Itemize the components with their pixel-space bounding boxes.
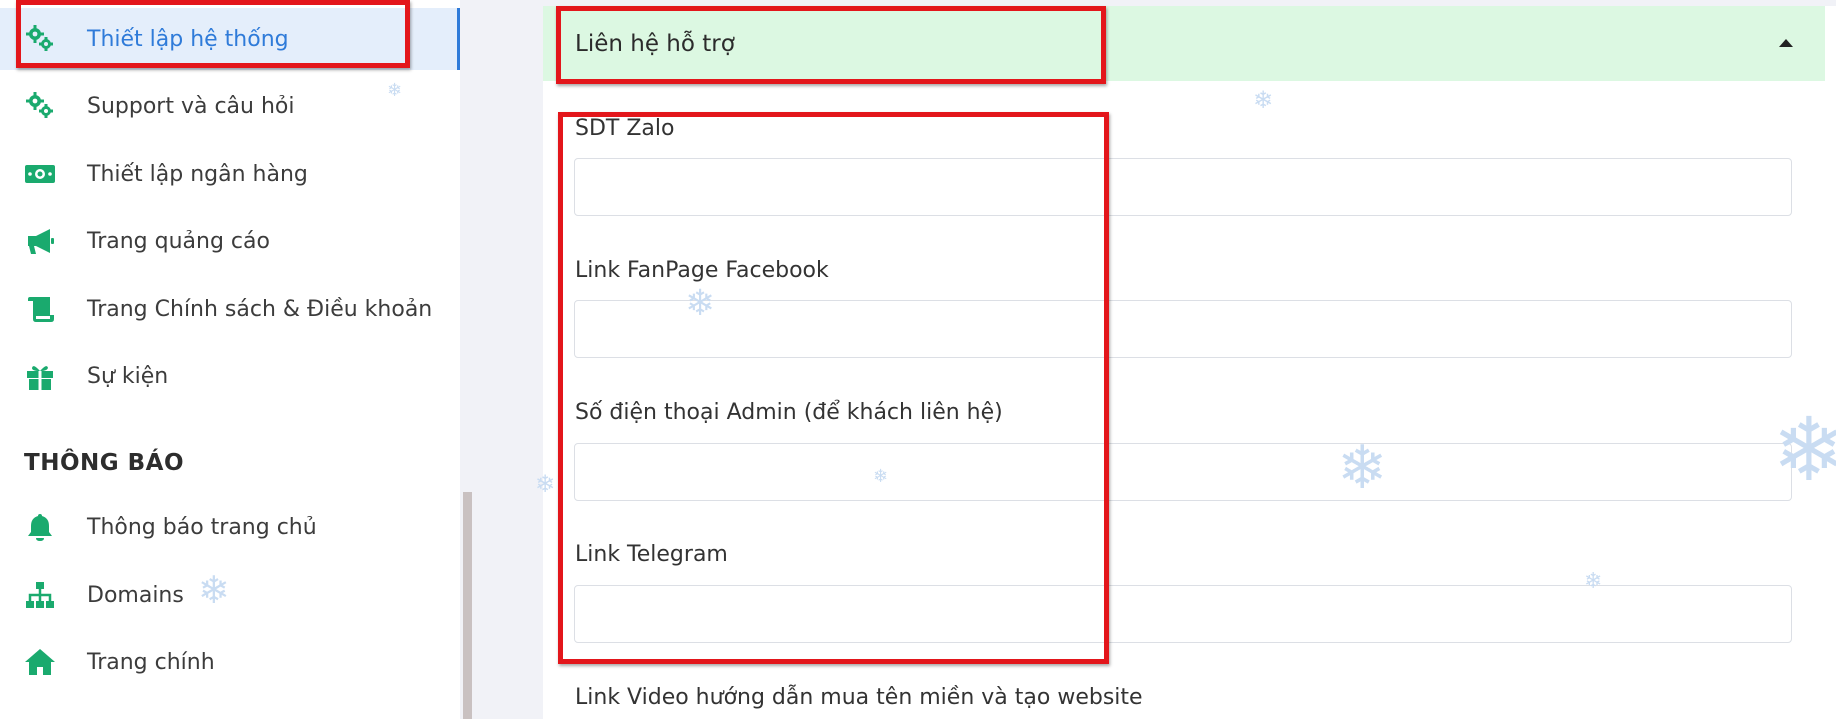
- sidebar-item-thiet-lap-he-thong[interactable]: Thiết lập hệ thống: [0, 8, 460, 70]
- sidebar-item-chinh-sach[interactable]: Trang Chính sách & Điều khoản: [0, 278, 460, 340]
- label-fanpage-facebook: Link FanPage Facebook: [575, 258, 829, 283]
- telegram-input[interactable]: [574, 585, 1792, 643]
- money-bill-icon: [24, 158, 56, 190]
- sidebar-item-trang-chinh[interactable]: Trang chính: [0, 631, 460, 693]
- fanpage-facebook-input[interactable]: [574, 300, 1792, 358]
- sidebar-item-label: Thiết lập ngân hàng: [87, 161, 308, 187]
- sidebar-item-label: Sự kiện: [87, 363, 169, 389]
- sidebar-item-support[interactable]: Support và câu hỏi: [0, 75, 460, 137]
- sidebar-item-label: Trang quảng cáo: [87, 228, 270, 254]
- cogs-icon: [24, 90, 56, 122]
- sitemap-icon: [24, 579, 56, 611]
- card-title: Liên hệ hỗ trợ: [575, 30, 735, 57]
- sidebar: Thiết lập hệ thống Support và câu hỏi Th…: [0, 0, 460, 719]
- label-link-telegram: Link Telegram: [575, 542, 728, 567]
- card-header[interactable]: Liên hệ hỗ trợ: [543, 6, 1825, 81]
- section-title-thong-bao: THÔNG BÁO: [24, 450, 185, 476]
- label-link-video: Link Video hướng dẫn mua tên miền và tạo…: [575, 685, 1143, 710]
- megaphone-icon: [24, 225, 56, 257]
- sidebar-item-quang-cao[interactable]: Trang quảng cáo: [0, 210, 460, 272]
- scroll-icon: [24, 293, 56, 325]
- gift-icon: [24, 360, 56, 392]
- chevron-up-icon[interactable]: [1775, 32, 1797, 54]
- label-sdt-zalo: SDT Zalo: [575, 116, 675, 141]
- sidebar-item-label: Trang chính: [87, 649, 215, 675]
- sidebar-item-label: Thiết lập hệ thống: [87, 26, 289, 52]
- sidebar-item-label: Thông báo trang chủ: [87, 514, 317, 540]
- sidebar-item-label: Support và câu hỏi: [87, 93, 295, 119]
- sidebar-item-su-kien[interactable]: Sự kiện: [0, 345, 460, 407]
- sdt-zalo-input[interactable]: [574, 158, 1792, 216]
- sidebar-item-thong-bao-trang-chu[interactable]: Thông báo trang chủ: [0, 496, 460, 558]
- admin-phone-input[interactable]: [574, 443, 1792, 501]
- label-so-dien-thoai-admin: Số điện thoại Admin (để khách liên hệ): [575, 400, 1003, 425]
- cogs-icon: [24, 23, 56, 55]
- sidebar-item-label: Domains: [87, 582, 184, 608]
- sidebar-scrollbar[interactable]: [463, 492, 472, 719]
- home-icon: [24, 646, 56, 678]
- bell-icon: [24, 511, 56, 543]
- sidebar-item-label: Trang Chính sách & Điều khoản: [87, 296, 433, 322]
- sidebar-item-ngan-hang[interactable]: Thiết lập ngân hàng: [0, 143, 460, 205]
- sidebar-item-domains[interactable]: Domains: [0, 564, 460, 626]
